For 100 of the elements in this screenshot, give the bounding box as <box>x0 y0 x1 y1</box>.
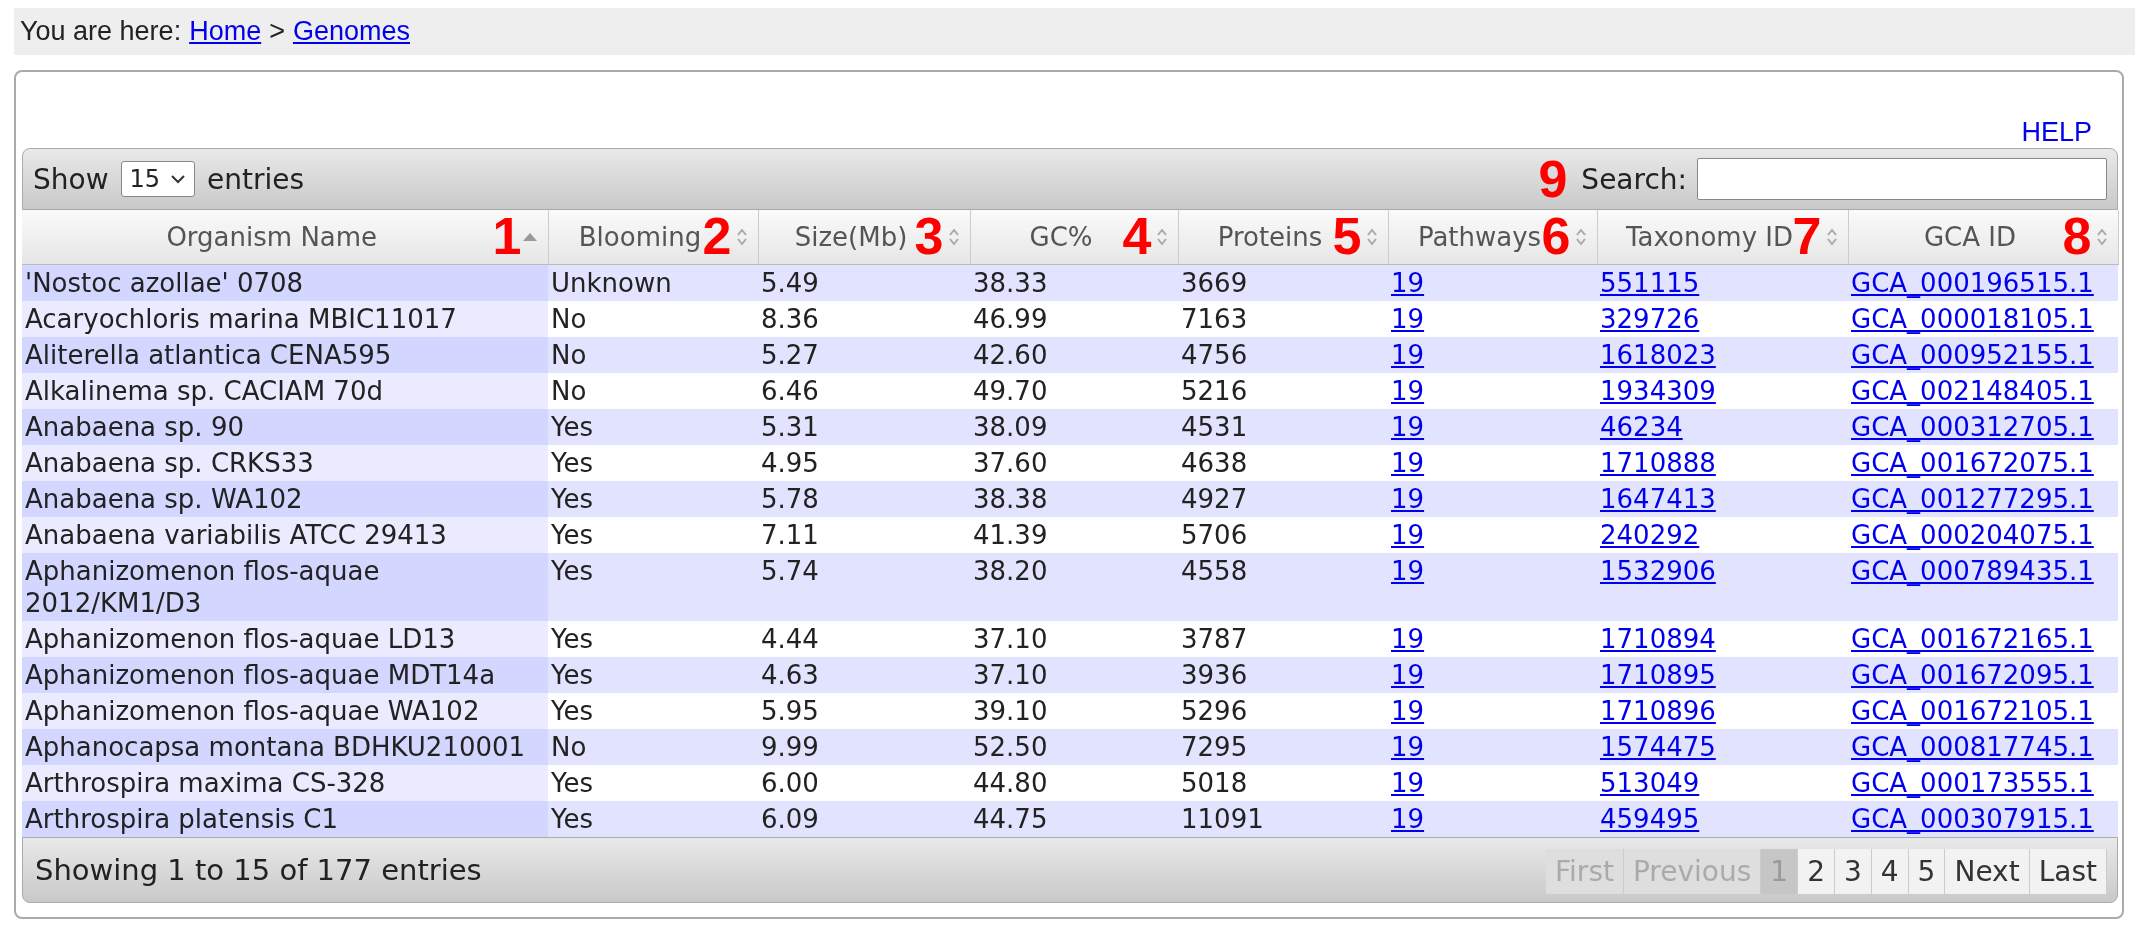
table-cell: Arthrospira maxima CS-328 <box>25 768 386 798</box>
table-cell: 3936 <box>1181 660 1248 690</box>
table-cell: Yes <box>551 768 593 798</box>
table-link[interactable]: 19 <box>1391 624 1425 654</box>
breadcrumb-link[interactable]: Home <box>189 16 262 47</box>
chevron-down-icon <box>170 174 187 184</box>
search-field[interactable] <box>1697 158 2107 200</box>
table-cell: 4.95 <box>761 448 819 478</box>
table-link[interactable]: 19 <box>1391 768 1425 798</box>
entries-label: entries <box>207 162 305 196</box>
table-cell: 49.70 <box>973 376 1048 406</box>
table-cell: Aphanizomenon flos-aquae MDT14a <box>25 660 496 690</box>
table-link[interactable]: 19 <box>1391 268 1425 298</box>
table-cell: Yes <box>551 484 593 514</box>
table-link[interactable]: 19 <box>1391 660 1425 690</box>
table-link[interactable]: 329726 <box>1600 304 1700 334</box>
table-cell: 8.36 <box>761 304 819 334</box>
table-cell: Anabaena variabilis ATCC 29413 <box>25 520 447 550</box>
table-cell: 4927 <box>1181 484 1248 514</box>
table-cell: 9.99 <box>761 732 819 762</box>
table-cell: 37.60 <box>973 448 1048 478</box>
table-cell: 42.60 <box>973 340 1048 370</box>
show-label: Show <box>33 162 109 196</box>
table-cell: 3669 <box>1181 268 1248 298</box>
table-cell: Aphanizomenon flos-aquae WA102 <box>25 696 480 726</box>
table-link[interactable]: 19 <box>1391 520 1425 550</box>
table-cell: 6.00 <box>761 768 819 798</box>
table-link[interactable]: 19 <box>1391 376 1425 406</box>
table-cell: Alkalinema sp. CACIAM 70d <box>25 376 383 406</box>
table-link[interactable]: 19 <box>1391 732 1425 762</box>
breadcrumb-link[interactable]: Genomes <box>292 16 410 47</box>
annotation-number: 9 <box>1538 154 1568 204</box>
column-header[interactable]: GCA ID 8 <box>1848 210 2118 265</box>
column-header[interactable]: GC% 4 <box>970 210 1178 265</box>
table-cell: 7295 <box>1181 732 1248 762</box>
table-cell: Yes <box>551 448 593 478</box>
table-cell: 4.44 <box>761 624 819 654</box>
page-button[interactable]: 4 <box>1871 849 1909 894</box>
table-cell: Unknown <box>551 268 672 298</box>
column-header[interactable]: Organism Name 1 <box>22 210 548 265</box>
entries-dropdown[interactable]: 15 <box>120 161 196 197</box>
table-cell: Aphanizomenon flos-aquae 2012/KM1/D3 <box>25 556 380 618</box>
table-cell: 5.49 <box>761 268 819 298</box>
page-button[interactable]: Last <box>2029 849 2107 894</box>
column-header[interactable]: Size(Mb)3 <box>758 210 970 265</box>
table-link[interactable]: GCA_001672075.1 <box>1851 448 2094 478</box>
table-cell: Yes <box>551 696 593 726</box>
table-link[interactable]: 19 <box>1391 556 1425 586</box>
table-link[interactable]: 513049 <box>1600 768 1700 798</box>
table-cell: 4638 <box>1181 448 1248 478</box>
page-button[interactable]: 5 <box>1908 849 1946 894</box>
table-cell: 5216 <box>1181 376 1248 406</box>
table-link[interactable]: 1710888 <box>1600 448 1716 478</box>
search-label: Search: <box>1581 162 1687 196</box>
table-cell: Yes <box>551 624 593 654</box>
table-link[interactable]: 19 <box>1391 412 1425 442</box>
table-cell: Yes <box>551 556 593 586</box>
table-link[interactable]: 19 <box>1391 804 1425 834</box>
table-cell: 37.10 <box>973 624 1048 654</box>
page-button[interactable]: Next <box>1945 849 2030 894</box>
table-link[interactable]: 1710896 <box>1600 696 1716 726</box>
column-header[interactable]: Blooming2 <box>548 210 758 265</box>
table-cell: 52.50 <box>973 732 1048 762</box>
table-link[interactable]: 19 <box>1391 340 1425 370</box>
table-cell: 6.09 <box>761 804 819 834</box>
table-cell: 44.80 <box>973 768 1048 798</box>
table-cell: Yes <box>551 520 593 550</box>
entries-info: Showing 1 to 15 of 177 entries <box>35 853 482 887</box>
table-cell: 4558 <box>1181 556 1248 586</box>
table-link[interactable]: 19 <box>1391 448 1425 478</box>
table-link[interactable]: 240292 <box>1600 520 1700 550</box>
help-link[interactable]: HELP <box>2021 117 2092 148</box>
table-link[interactable]: 19 <box>1391 304 1425 334</box>
table-cell: No <box>551 340 587 370</box>
table-link[interactable]: 19 <box>1391 484 1425 514</box>
table-cell: 5706 <box>1181 520 1248 550</box>
table-cell: 5.31 <box>761 412 819 442</box>
table-link[interactable]: 19 <box>1391 696 1425 726</box>
table-link[interactable]: GCA_000173555.1 <box>1851 768 2094 798</box>
table-cell: 6.46 <box>761 376 819 406</box>
table-cell: 38.09 <box>973 412 1048 442</box>
table-cell: 4531 <box>1181 412 1248 442</box>
table-cell: Yes <box>551 412 593 442</box>
page-button[interactable]: 3 <box>1834 849 1872 894</box>
table-link[interactable]: 1934309 <box>1600 376 1716 406</box>
table-link[interactable]: 1710894 <box>1600 624 1716 654</box>
table-cell: Aphanizomenon flos-aquae LD13 <box>25 624 456 654</box>
table-cell: 5.95 <box>761 696 819 726</box>
column-header[interactable]: Proteins 5 <box>1178 210 1388 265</box>
table-cell: No <box>551 304 587 334</box>
table-cell: 11091 <box>1181 804 1264 834</box>
table-cell: 5018 <box>1181 768 1248 798</box>
column-header[interactable]: Pathways6 <box>1388 210 1597 265</box>
table-cell: Aliterella atlantica CENA595 <box>25 340 392 370</box>
breadcrumb-prefix: You are here: <box>20 16 182 47</box>
column-header[interactable]: Taxonomy ID7 <box>1597 210 1848 265</box>
page-button[interactable]: 2 <box>1798 849 1835 894</box>
table-cell: Yes <box>551 660 593 690</box>
table-cell: 5.74 <box>761 556 819 586</box>
table-cell: 5.27 <box>761 340 819 370</box>
